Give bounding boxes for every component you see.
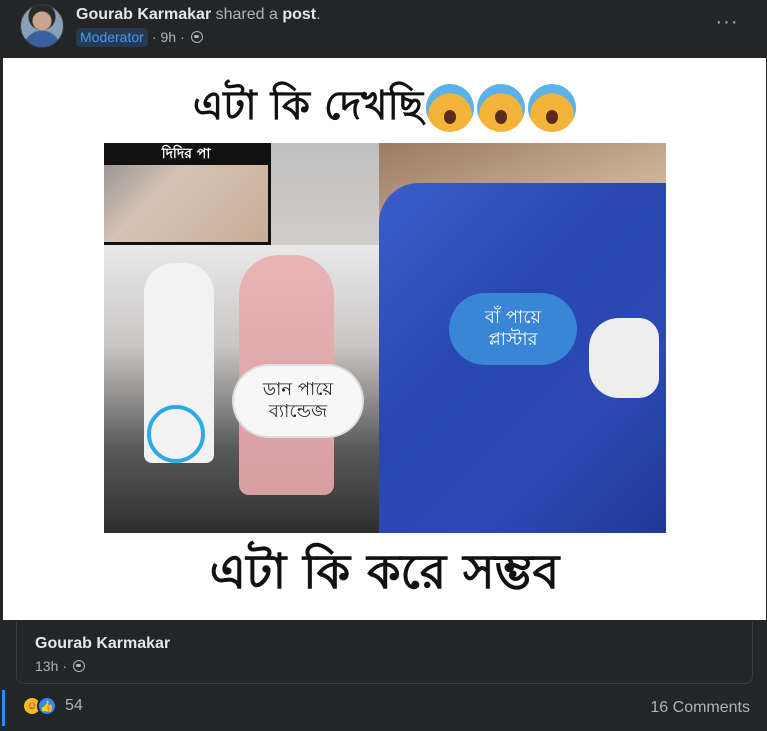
globe-icon[interactable]	[190, 31, 203, 43]
shared-action-text: shared a	[211, 6, 283, 23]
image-top-caption: এটা কি দেখছি	[3, 74, 766, 141]
post-footer: ☺ 👍 54 16 Comments	[0, 686, 767, 731]
right-speech-bubble: বাঁ পায়ে প্লাস্টার	[449, 293, 577, 365]
leg-plaster	[589, 318, 659, 398]
meta-separator: ·	[62, 658, 68, 674]
reaction-summary[interactable]: ☺ 👍 54	[22, 696, 83, 716]
left-bubble-line1: ডান পায়ে	[262, 379, 334, 400]
left-photo-panel: দিদির পা ডান পায়ে ব্যান্ডেজ	[104, 143, 379, 533]
highlight-circle	[147, 405, 205, 463]
reaction-count[interactable]: 54	[65, 697, 83, 715]
globe-icon	[73, 660, 86, 672]
author-name-link[interactable]: Gourab Karmakar	[76, 6, 211, 23]
meta-separator: ·	[180, 29, 185, 45]
post-meta: Moderator · 9h ·	[76, 27, 203, 47]
focus-accent-bar	[2, 690, 5, 726]
right-bubble-line2: প্লাস্টার	[488, 329, 538, 350]
foot-inset-label: দিদির পা	[104, 143, 268, 165]
left-bubble-line2: ব্যান্ডেজ	[268, 401, 328, 422]
post-timestamp[interactable]: 9h	[160, 29, 176, 45]
author-avatar[interactable]	[20, 4, 64, 48]
author-line: Gourab Karmakar shared a post.	[76, 6, 321, 24]
face-screaming-in-fear-icon	[426, 84, 475, 132]
shared-post-attribution[interactable]: Gourab Karmakar 13h ·	[16, 622, 753, 684]
post-header: Gourab Karmakar shared a post. Moderator…	[0, 0, 767, 56]
meta-separator: ·	[151, 29, 157, 45]
shared-author-name[interactable]: Gourab Karmakar	[35, 635, 170, 653]
more-options-button[interactable]: ···	[715, 12, 739, 32]
like-icon: 👍	[37, 696, 57, 716]
left-speech-bubble: ডান পায়ে ব্যান্ডেজ	[234, 366, 362, 436]
foot-inset: দিদির পা	[104, 143, 271, 245]
shared-post-image[interactable]: এটা কি দেখছি দিদির পা ডান পায়ে ব্যান্ডে…	[3, 58, 766, 620]
face-screaming-in-fear-icon	[477, 84, 526, 132]
post-link[interactable]: post	[282, 6, 316, 23]
shared-post-meta: 13h ·	[35, 658, 86, 674]
right-bubble-line1: বাঁ পায়ে	[484, 307, 542, 328]
moderator-badge[interactable]: Moderator	[76, 27, 148, 47]
image-bottom-caption: এটা কি করে সম্ভব	[209, 544, 560, 600]
right-photo-panel: বাঁ পায়ে প্লাস্টার	[379, 143, 666, 533]
shared-post-timestamp[interactable]: 13h	[35, 658, 58, 674]
post-card: Gourab Karmakar shared a post. Moderator…	[0, 0, 767, 731]
face-screaming-in-fear-icon	[528, 84, 577, 132]
top-caption-text: এটা কি দেখছি	[192, 83, 424, 129]
comments-count-link[interactable]: 16 Comments	[650, 699, 750, 717]
period-text: .	[316, 6, 321, 23]
